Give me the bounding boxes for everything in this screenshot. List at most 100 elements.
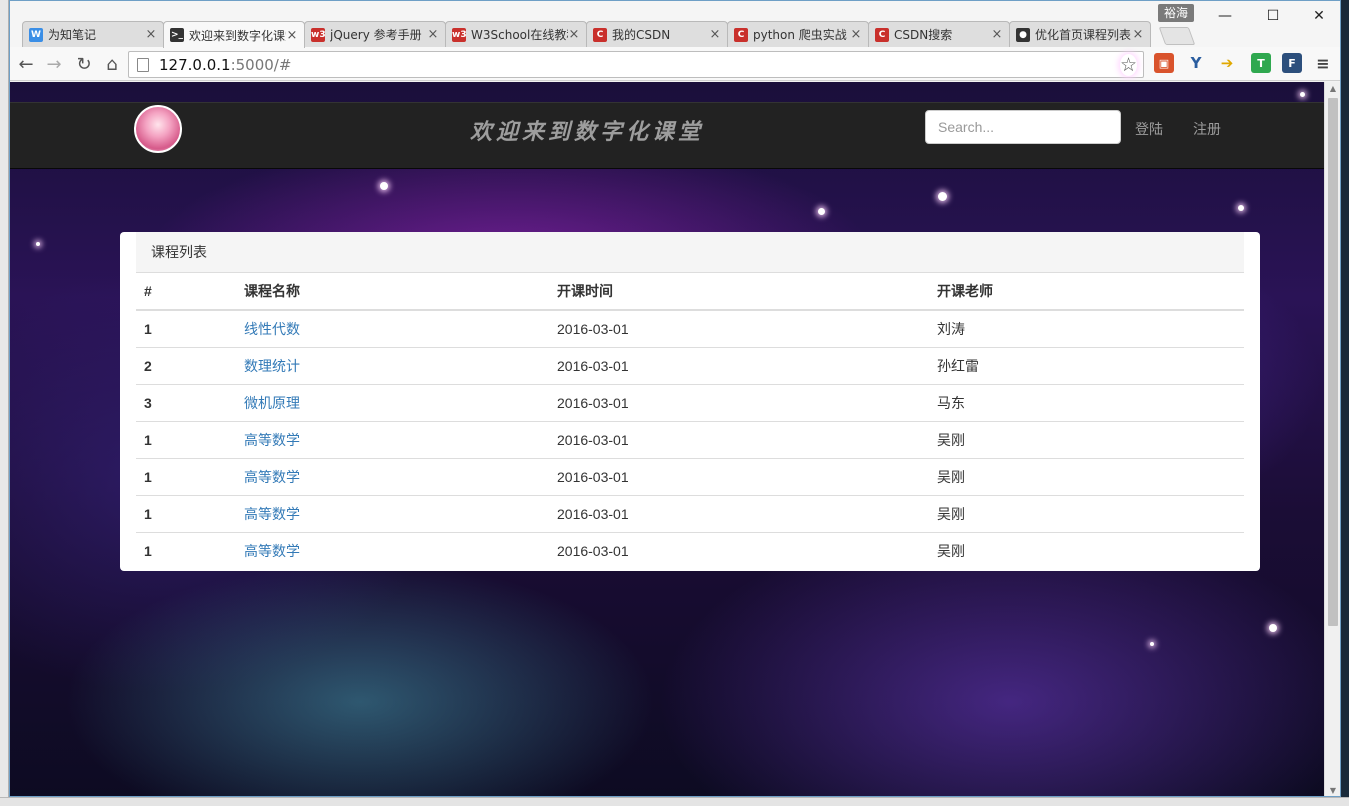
tab-close-icon[interactable]: ×	[850, 27, 862, 42]
wiz-icon: W	[29, 27, 43, 42]
scrollbar[interactable]: ▲ ▼	[1324, 82, 1340, 796]
register-link[interactable]: 注册	[1193, 119, 1221, 139]
tab-title: CSDN搜索	[894, 28, 953, 42]
star-decoration	[380, 182, 388, 190]
tab-close-icon[interactable]: ×	[991, 27, 1003, 42]
browser-tab[interactable]: W 为知笔记 ×	[22, 21, 164, 47]
course-index: 1	[136, 420, 236, 458]
course-date: 2016-03-01	[549, 531, 929, 569]
star-decoration	[1300, 92, 1305, 97]
star-decoration	[938, 192, 947, 201]
course-date: 2016-03-01	[549, 309, 929, 347]
tab-title: python 爬虫实战	[753, 28, 847, 42]
browser-tab[interactable]: >_ 欢迎来到数字化课堂×	[163, 21, 305, 48]
star-decoration	[1150, 642, 1154, 646]
column-header: 开课老师	[929, 273, 1244, 311]
tab-close-icon[interactable]: ×	[709, 27, 721, 42]
avatar[interactable]	[134, 105, 182, 153]
csdn-icon: C	[734, 27, 748, 42]
course-name-link[interactable]: 数理统计	[244, 358, 300, 374]
menu-icon[interactable]: ≡	[1313, 53, 1333, 73]
profile-badge[interactable]: 裕海	[1158, 4, 1195, 22]
course-name-link[interactable]: 微机原理	[244, 395, 300, 411]
tab-title: W3School在线教程	[471, 28, 568, 42]
reload-icon[interactable]: ↻	[72, 52, 96, 76]
browser-toolbar: ← → ↻ ⌂ 127.0.0.1:5000/# ☆ ▣ Y ➔ T F ≡	[10, 47, 1340, 81]
course-teacher: 马东	[929, 383, 1244, 421]
browser-tab[interactable]: ● 优化首页课程列表 ×	[1009, 21, 1151, 47]
tab-close-icon[interactable]: ×	[568, 27, 580, 42]
panel-heading: 课程列表	[136, 232, 1244, 273]
tab-close-icon[interactable]: ×	[427, 27, 439, 42]
course-index: 1	[136, 531, 236, 569]
course-date: 2016-03-01	[549, 346, 929, 384]
scroll-down-icon[interactable]: ▼	[1325, 784, 1340, 796]
table-row: 1 高等数学 2016-03-01 吴刚	[136, 531, 1244, 569]
extension-icon[interactable]: ➔	[1217, 53, 1237, 73]
maximize-icon[interactable]: ☐	[1250, 1, 1296, 31]
course-name-cell: 高等数学	[236, 457, 549, 495]
table-row: 1 高等数学 2016-03-01 吴刚	[136, 494, 1244, 532]
table-row: 3 微机原理 2016-03-01 马东	[136, 383, 1244, 421]
course-name-cell: 高等数学	[236, 494, 549, 532]
tab-close-icon[interactable]: ×	[1132, 27, 1144, 42]
address-bar[interactable]: 127.0.0.1:5000/# ☆	[128, 51, 1144, 78]
page-viewport: 欢迎来到数字化课堂 登陆 注册 课程列表 # 课程名称 开课时间 开课老师 1 线…	[10, 82, 1324, 796]
course-name-cell: 高等数学	[236, 531, 549, 569]
login-link[interactable]: 登陆	[1135, 119, 1163, 139]
w3-icon: w3	[452, 27, 467, 42]
minimize-icon[interactable]: —	[1202, 1, 1248, 31]
course-name-link[interactable]: 高等数学	[244, 469, 300, 485]
home-icon[interactable]: ⌂	[100, 52, 124, 76]
github-icon: ●	[1016, 27, 1030, 42]
browser-tab[interactable]: C CSDN搜索 ×	[868, 21, 1010, 47]
table-row: 1 高等数学 2016-03-01 吴刚	[136, 457, 1244, 495]
course-name-link[interactable]: 高等数学	[244, 506, 300, 522]
site-brand[interactable]: 欢迎来到数字化课堂	[470, 114, 704, 146]
browser-tab[interactable]: w3 W3School在线教程 ×	[445, 21, 587, 47]
star-decoration	[36, 242, 40, 246]
column-header: #	[136, 273, 236, 311]
extension-icon[interactable]: F	[1282, 53, 1302, 73]
course-date: 2016-03-01	[549, 457, 929, 495]
table-header-row: # 课程名称 开课时间 开课老师	[136, 273, 1244, 311]
search-input[interactable]	[925, 110, 1121, 144]
course-index: 2	[136, 346, 236, 384]
close-window-icon[interactable]: ✕	[1296, 1, 1340, 31]
course-index: 1	[136, 457, 236, 495]
course-teacher: 孙红雷	[929, 346, 1244, 384]
browser-tab[interactable]: w3 jQuery 参考手册 ×	[304, 21, 446, 47]
csdn-icon: C	[593, 27, 607, 42]
course-name-link[interactable]: 高等数学	[244, 543, 300, 559]
tab-title: 我的CSDN	[612, 28, 671, 42]
scroll-thumb[interactable]	[1328, 98, 1338, 626]
star-decoration	[1238, 205, 1244, 211]
background-window-edge	[0, 0, 9, 806]
course-name-link[interactable]: 线性代数	[244, 321, 300, 337]
course-index: 3	[136, 383, 236, 421]
new-tab-button[interactable]	[1158, 27, 1196, 45]
tab-close-icon[interactable]: ×	[286, 28, 298, 43]
course-teacher: 吴刚	[929, 457, 1244, 495]
extension-icon[interactable]: Y	[1186, 53, 1206, 73]
tab-close-icon[interactable]: ×	[145, 27, 157, 42]
back-icon[interactable]: ←	[14, 52, 38, 76]
shield-extension-icon[interactable]: T	[1251, 53, 1271, 73]
browser-tab[interactable]: Cpython 爬虫实战 ×	[727, 21, 869, 47]
w3-icon: w3	[311, 27, 326, 42]
course-teacher: 刘涛	[929, 309, 1244, 347]
course-name-link[interactable]: 高等数学	[244, 432, 300, 448]
bookmark-star-icon[interactable]: ☆	[1119, 54, 1137, 76]
course-panel: 课程列表 # 课程名称 开课时间 开课老师 1 线性代数 2016-03-01 刘涛 2…	[120, 232, 1260, 571]
csdn-icon: C	[875, 27, 889, 42]
extension-icon[interactable]: ▣	[1154, 53, 1174, 73]
browser-tab[interactable]: C 我的CSDN ×	[586, 21, 728, 47]
course-table: # 课程名称 开课时间 开课老师 1 线性代数 2016-03-01 刘涛 2 数理统计 2…	[136, 273, 1244, 569]
column-header: 课程名称	[236, 273, 549, 311]
scroll-up-icon[interactable]: ▲	[1325, 82, 1340, 96]
forward-icon[interactable]: →	[42, 52, 66, 76]
table-row: 1 高等数学 2016-03-01 吴刚	[136, 420, 1244, 458]
course-index: 1	[136, 494, 236, 532]
table-row: 2 数理统计 2016-03-01 孙红雷	[136, 346, 1244, 384]
course-name-cell: 高等数学	[236, 420, 549, 458]
